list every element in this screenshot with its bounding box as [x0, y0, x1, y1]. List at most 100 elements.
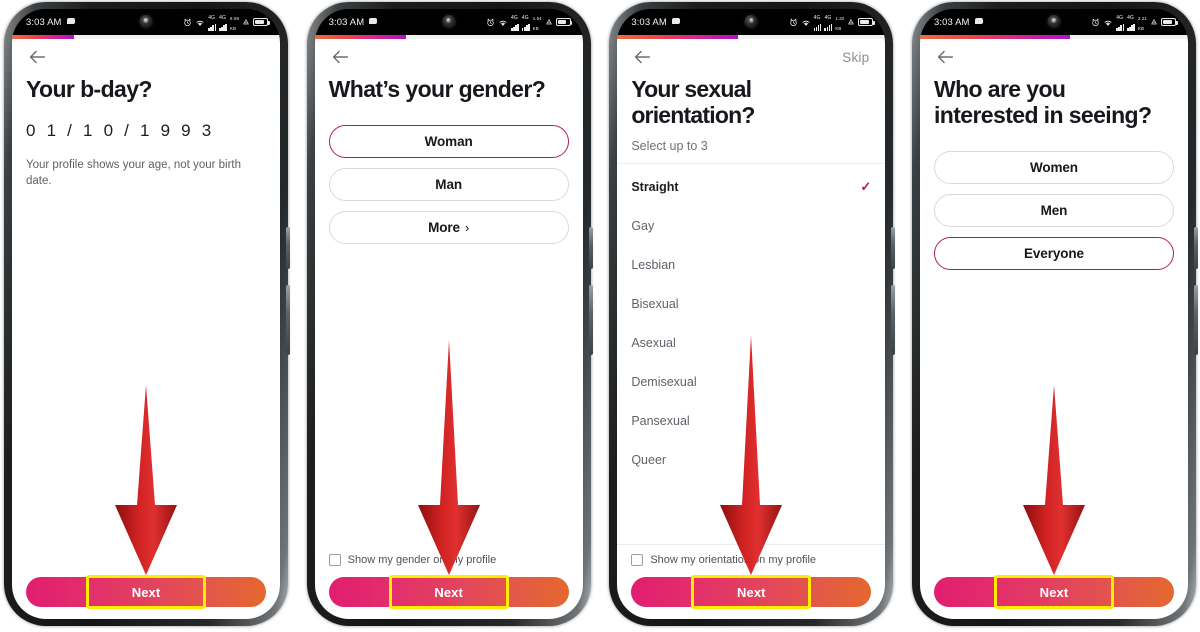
page-title: Your sexual orientation? [631, 76, 755, 128]
power-button[interactable] [286, 285, 290, 355]
option-women[interactable]: Women [933, 150, 1174, 184]
option-label: Women [1029, 159, 1078, 175]
volume-button[interactable] [891, 227, 896, 269]
back-arrow-icon[interactable] [934, 46, 956, 68]
interest-options: Women Men Everyone [933, 150, 1174, 270]
list-item-label: Demisexual [631, 375, 697, 389]
option-label: More [428, 219, 460, 235]
message-icon [369, 18, 378, 24]
signal-sim2-icon: 4G [521, 14, 530, 31]
message-icon [671, 18, 680, 24]
option-man[interactable]: Man [328, 167, 569, 201]
signal-sim2-icon: 4G [824, 14, 833, 31]
phone-gender: 3:03 AM 4G 4G 1.54 KB What’s your gender… [303, 0, 595, 632]
front-camera-icon [744, 15, 758, 28]
power-button[interactable] [1193, 285, 1198, 355]
bottom-bar: Next [920, 575, 1188, 619]
front-camera-icon [1047, 15, 1061, 28]
status-time: 3:03 AM [26, 16, 62, 28]
alarm-icon [183, 18, 192, 27]
battery-icon [1160, 18, 1178, 26]
volume-button[interactable] [588, 227, 593, 269]
app-content: What’s your gender? Woman Man More › Sho… [314, 35, 583, 619]
volume-button[interactable] [1193, 227, 1198, 269]
message-icon [974, 18, 983, 24]
data-speed-icon: 2.21 KB [1138, 16, 1147, 31]
wifi-icon [195, 18, 205, 27]
show-orientation-checkbox-row[interactable]: Show my orientation on my profile [631, 554, 871, 566]
network-label-1: 4G [510, 14, 518, 21]
list-item[interactable]: Straight ✓ [631, 168, 871, 207]
back-arrow-icon[interactable] [631, 46, 653, 68]
wifi-icon [1103, 18, 1113, 27]
list-item[interactable]: Demisexual [631, 363, 871, 402]
page-title: What’s your gender? [328, 76, 546, 102]
signal-sim1-icon: 4G [208, 14, 217, 31]
network-label-2: 4G [1127, 14, 1135, 21]
data-speed-icon: 1.32 KB [835, 16, 845, 31]
screen-body: Who are you interested in seeing? Women … [920, 75, 1188, 577]
vibrate-icon [242, 18, 250, 26]
list-item[interactable]: Queer [631, 441, 871, 480]
list-item[interactable]: Bisexual [631, 285, 871, 324]
list-item-label: Pansexual [631, 414, 690, 428]
screen-body: What’s your gender? Woman Man More › [315, 75, 583, 554]
alarm-icon [789, 18, 798, 27]
option-label: Everyone [1023, 245, 1084, 261]
bottom-bar: Next [12, 575, 280, 619]
list-item-label: Lesbian [631, 258, 676, 272]
status-bar: 3:03 AM 4G 4G 6.08 KB [12, 9, 280, 35]
network-label-2: 4G [824, 14, 832, 21]
wifi-icon [801, 18, 811, 27]
next-button[interactable]: Next [933, 575, 1174, 609]
status-time: 3:03 AM [933, 16, 970, 28]
screen-body: Your b-day? 0 1 / 1 0 / 1 9 9 3 Your pro… [12, 75, 280, 577]
birthday-value[interactable]: 0 1 / 1 0 / 1 9 9 3 [26, 121, 266, 141]
phone-birthday: 3:03 AM 4G 4G 6.08 KB Your b-day? 0 1 / … [0, 0, 292, 632]
app-topbar [920, 39, 1188, 75]
option-more[interactable]: More › [328, 210, 569, 244]
signal-sim2-icon: 4G [219, 14, 228, 31]
checkbox-icon[interactable] [631, 554, 644, 566]
data-speed-icon: 1.54 KB [532, 16, 542, 31]
status-bar: 3:03 AM 4G 4G 1.54 KB [314, 9, 583, 35]
list-item[interactable]: Pansexual [631, 402, 871, 441]
check-icon: ✓ [860, 179, 872, 194]
signal-sim1-icon: 4G [510, 14, 519, 31]
back-arrow-icon[interactable] [329, 46, 351, 68]
network-label-1: 4G [208, 14, 216, 21]
signal-sim1-icon: 4G [1116, 14, 1125, 31]
next-button[interactable]: Next [328, 575, 569, 609]
status-time: 3:03 AM [631, 16, 667, 28]
power-button[interactable] [891, 285, 896, 355]
next-button[interactable]: Next [26, 575, 266, 609]
option-everyone[interactable]: Everyone [933, 236, 1174, 270]
alarm-icon [486, 18, 495, 27]
divider [617, 544, 886, 545]
battery-icon [555, 18, 573, 26]
message-icon [66, 18, 75, 24]
status-time: 3:03 AM [328, 16, 365, 28]
list-item[interactable]: Asexual [631, 324, 871, 363]
network-label-2: 4G [521, 14, 529, 21]
back-arrow-icon[interactable] [26, 46, 48, 68]
battery-icon [858, 18, 875, 26]
checkbox-icon[interactable] [328, 554, 341, 566]
front-camera-icon [442, 15, 456, 28]
bottom-bar: Show my orientation on my profile Next [617, 544, 886, 619]
option-label: Woman [424, 133, 473, 149]
next-button-label: Next [434, 584, 463, 600]
power-button[interactable] [588, 285, 593, 355]
next-button-label: Next [131, 584, 161, 600]
front-camera-icon [139, 15, 153, 28]
option-men[interactable]: Men [933, 193, 1174, 227]
list-item[interactable]: Lesbian [631, 246, 871, 285]
list-item[interactable]: Gay [631, 207, 871, 246]
app-content: Who are you interested in seeing? Women … [919, 35, 1188, 619]
volume-button[interactable] [286, 227, 290, 269]
show-gender-checkbox-row[interactable]: Show my gender on my profile [328, 554, 569, 566]
option-woman[interactable]: Woman [328, 124, 569, 158]
next-button[interactable]: Next [631, 575, 872, 609]
battery-icon [253, 18, 270, 26]
skip-button[interactable]: Skip [842, 50, 869, 65]
